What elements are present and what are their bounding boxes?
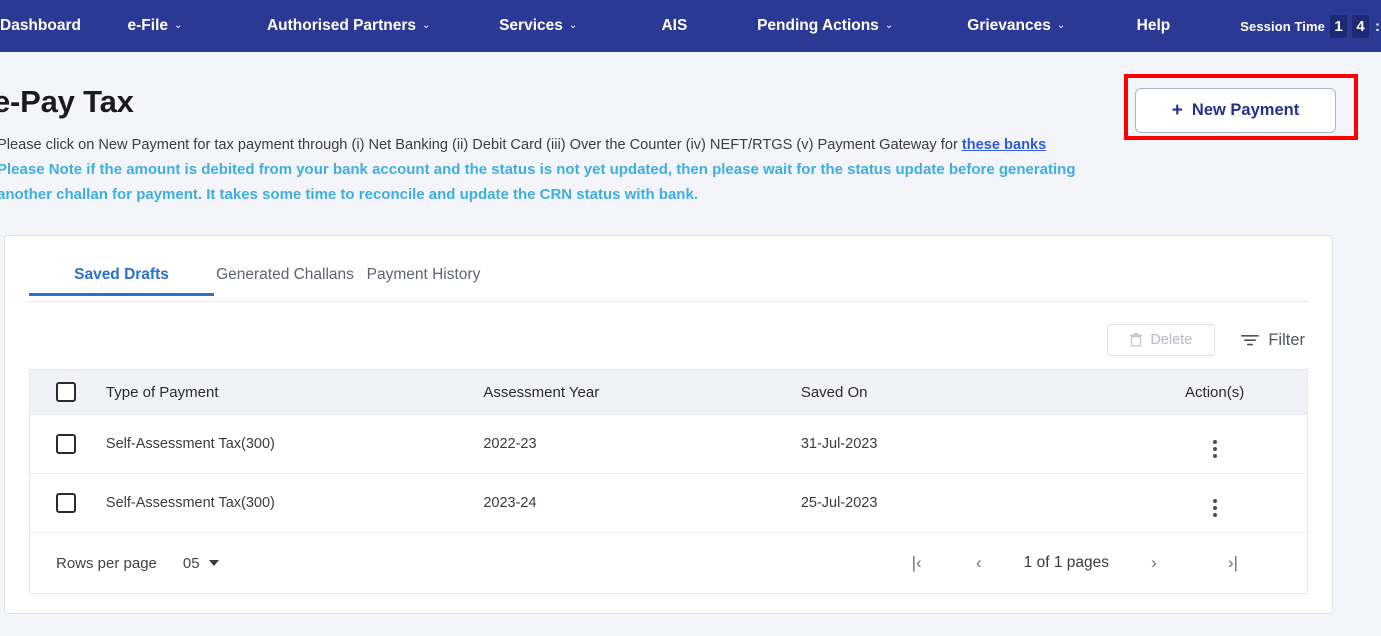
nav-item-label: Services [499,17,563,35]
chevron-down-icon: ⌄ [1057,20,1065,31]
cell-saved-on: 25-Jul-2023 [801,495,1122,511]
session-timer: Session Time 1 4 : [1240,15,1381,38]
trash-icon [1130,333,1142,347]
nav-item-authorised-partners[interactable]: Authorised Partners ⌄ [267,17,499,35]
previous-page-button[interactable]: ‹ [948,553,1010,573]
cell-type-of-payment: Self-Assessment Tax(300) [106,495,483,511]
these-banks-link[interactable]: these banks [962,137,1046,153]
page-description-text: Please click on New Payment for tax paym… [0,137,962,153]
cell-assessment-year: 2022-23 [483,436,801,452]
nav-item-label: Help [1137,17,1171,35]
column-header-actions: Action(s) [1122,384,1307,401]
nav-item-label: Dashboard [0,17,81,35]
chevron-down-icon: ⌄ [885,20,893,31]
nav-item-pending-actions[interactable]: Pending Actions ⌄ [757,17,967,35]
session-timer-digit-2: 4 [1352,15,1369,38]
tab-saved-drafts[interactable]: Saved Drafts [29,266,214,296]
plus-icon: + [1172,101,1183,120]
cell-saved-on: 31-Jul-2023 [801,436,1122,452]
cell-actions [1122,490,1307,517]
nav-item-label: Authorised Partners [267,17,416,35]
nav-item-dashboard[interactable]: Dashboard [0,17,128,35]
nav-item-label: Pending Actions [757,17,879,35]
last-page-button[interactable]: ›| [1185,553,1281,573]
delete-button-label: Delete [1150,332,1192,348]
row-select-cell [30,493,106,513]
delete-button[interactable]: Delete [1107,324,1215,356]
session-timer-digit-1: 1 [1330,15,1347,38]
row-select-cell [30,434,106,454]
top-navbar: Dashboard e-File ⌄ Authorised Partners ⌄… [0,0,1381,52]
tab-bar: Saved Drafts Generated Challans Payment … [29,266,1309,302]
next-page-button[interactable]: › [1123,553,1185,573]
nav-item-help[interactable]: Help [1137,17,1241,35]
nav-item-label: e-File [128,17,168,35]
filter-button[interactable]: Filter [1241,331,1305,350]
page-description: Please click on New Payment for tax paym… [0,137,1046,153]
nav-item-label: Grievances [967,17,1051,35]
page-note-line-2: another challan for payment. It takes so… [0,186,698,203]
chevron-down-icon: ⌄ [174,20,182,31]
filter-button-label: Filter [1268,331,1305,350]
select-all-checkbox[interactable] [56,382,76,402]
drafts-table: Type of Payment Assessment Year Saved On… [29,369,1308,594]
first-page-button[interactable]: |‹ [886,553,948,573]
row-checkbox[interactable] [56,493,76,513]
cell-type-of-payment: Self-Assessment Tax(300) [106,436,483,452]
table-row: Self-Assessment Tax(300) 2023-24 25-Jul-… [30,473,1307,532]
tab-label: Payment History [367,266,481,283]
page-info-label: 1 of 1 pages [1010,554,1123,572]
row-actions-menu-icon[interactable] [1213,499,1217,517]
chevron-down-icon [209,560,219,566]
new-payment-button[interactable]: + New Payment [1135,88,1336,133]
pagination-controls: |‹ ‹ 1 of 1 pages › ›| [886,553,1281,573]
tab-generated-challans[interactable]: Generated Challans [214,266,356,296]
select-all-cell [30,382,106,402]
cell-actions [1122,431,1307,458]
nav-item-ais[interactable]: AIS [661,17,757,35]
nav-item-grievances[interactable]: Grievances ⌄ [967,17,1136,35]
nav-item-efile[interactable]: e-File ⌄ [128,17,267,35]
rows-per-page-label: Rows per page [56,555,157,572]
cell-assessment-year: 2023-24 [483,495,801,511]
filter-icon [1241,333,1259,347]
tab-label: Saved Drafts [74,266,169,283]
table-footer: Rows per page 05 |‹ ‹ 1 of 1 pages › ›| [30,532,1307,593]
session-timer-separator: : [1375,18,1380,35]
rows-per-page-value: 05 [183,555,200,572]
row-actions-menu-icon[interactable] [1213,440,1217,458]
tab-payment-history[interactable]: Payment History [356,266,491,296]
row-checkbox[interactable] [56,434,76,454]
tab-label: Generated Challans [216,266,354,283]
chevron-down-icon: ⌄ [569,20,577,31]
page-title: e-Pay Tax [0,84,134,120]
new-payment-button-label: New Payment [1192,101,1299,120]
chevron-down-icon: ⌄ [422,20,430,31]
table-row: Self-Assessment Tax(300) 2022-23 31-Jul-… [30,414,1307,473]
column-header-assessment-year: Assessment Year [483,384,801,401]
nav-item-label: AIS [661,17,687,35]
table-header-row: Type of Payment Assessment Year Saved On… [30,369,1307,414]
nav-item-services[interactable]: Services ⌄ [499,17,661,35]
page-note-line-1: Please Note if the amount is debited fro… [0,161,1076,178]
epay-tax-card: Saved Drafts Generated Challans Payment … [4,235,1333,614]
session-timer-label: Session Time [1240,19,1325,34]
column-header-type-of-payment: Type of Payment [106,384,483,401]
rows-per-page-select[interactable]: 05 [183,555,219,572]
table-toolbar: Delete Filter [1107,324,1305,356]
column-header-saved-on: Saved On [801,384,1122,401]
